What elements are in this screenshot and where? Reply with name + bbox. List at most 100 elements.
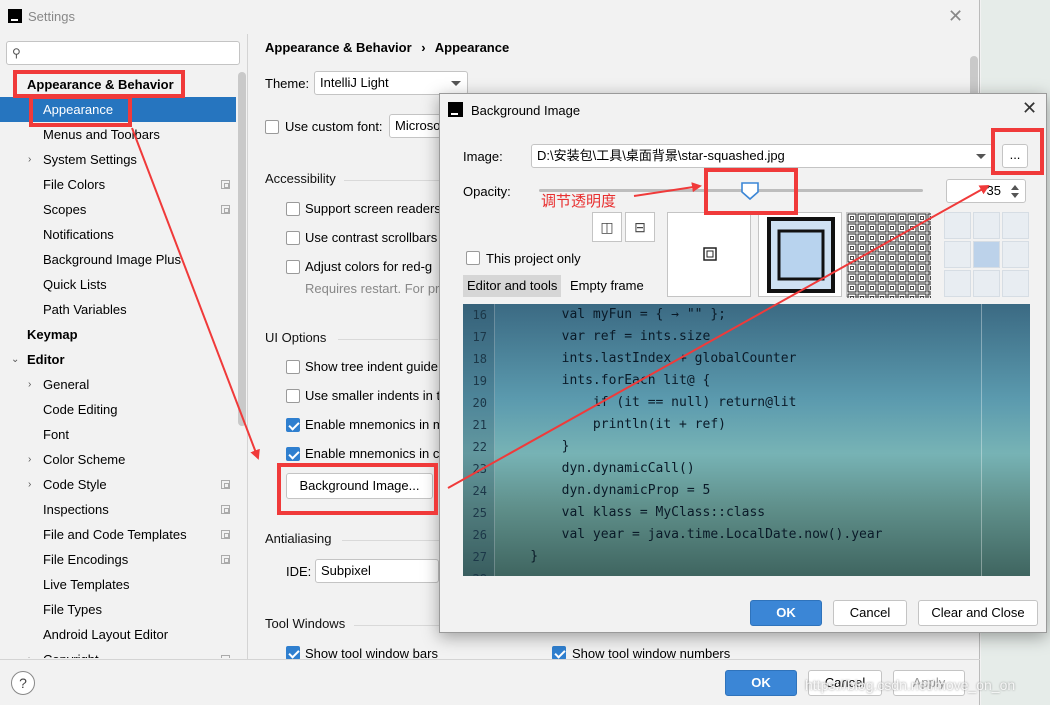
code-preview: 16 val myFun = { → "" }; 17 var ref = int… bbox=[463, 304, 1030, 576]
sidebar-item-file-colors[interactable]: File Colors bbox=[0, 172, 236, 197]
tab-empty-frame[interactable]: Empty frame bbox=[566, 275, 648, 297]
ui-option-label: Use smaller indents in t bbox=[305, 388, 441, 403]
anchor-cell[interactable] bbox=[973, 212, 1000, 239]
dialog-cancel-button[interactable]: Cancel bbox=[833, 600, 907, 626]
sidebar-item-notifications[interactable]: Notifications bbox=[0, 222, 236, 247]
sidebar-item-file-encodings[interactable]: File Encodings bbox=[0, 547, 236, 572]
chevron-right-icon[interactable]: › bbox=[28, 447, 31, 472]
chevron-down-icon[interactable] bbox=[976, 154, 986, 159]
sidebar-item-label: File and Code Templates bbox=[43, 527, 187, 542]
annotation-highlight-box bbox=[13, 70, 185, 98]
close-icon[interactable]: ✕ bbox=[1022, 98, 1037, 119]
sidebar-item-label: File Encodings bbox=[43, 552, 129, 567]
spinner-down-icon[interactable] bbox=[1011, 193, 1019, 198]
chevron-right-icon[interactable]: › bbox=[28, 147, 31, 172]
ui-option-checkbox[interactable] bbox=[286, 418, 300, 432]
theme-select[interactable]: IntelliJ Light bbox=[314, 71, 468, 95]
ui-option-checkbox[interactable] bbox=[286, 447, 300, 461]
chevron-right-icon[interactable]: › bbox=[28, 472, 31, 497]
settings-search-input[interactable]: ⚲ bbox=[6, 41, 240, 65]
breadcrumb-current: Appearance bbox=[434, 40, 510, 55]
ok-button[interactable]: OK bbox=[725, 670, 797, 696]
line-number: 18 bbox=[472, 352, 487, 366]
flip-horizontal-icon[interactable]: ◫ bbox=[592, 212, 622, 242]
spinner-up-icon[interactable] bbox=[1011, 185, 1019, 190]
code-text: val klass = MyClass::class bbox=[499, 505, 766, 520]
fill-mode-center[interactable] bbox=[667, 212, 751, 297]
sidebar-item-keymap[interactable]: Keymap bbox=[0, 322, 236, 347]
breadcrumb-parent[interactable]: Appearance & Behavior bbox=[265, 40, 412, 55]
custom-font-checkbox[interactable] bbox=[265, 120, 279, 134]
code-text: var ref = ints.size bbox=[499, 329, 711, 344]
anchor-position-grid[interactable] bbox=[944, 212, 1029, 297]
code-text: ints.lastIndex + globalCounter bbox=[499, 351, 797, 366]
sidebar-item-label: File Colors bbox=[43, 177, 106, 192]
clear-and-close-button[interactable]: Clear and Close bbox=[918, 600, 1038, 626]
right-margin-guide bbox=[981, 304, 982, 576]
ui-option-checkbox[interactable] bbox=[286, 389, 300, 403]
ui-option-label: Enable mnemonics in m bbox=[305, 417, 444, 432]
anchor-cell[interactable] bbox=[973, 270, 1000, 297]
sidebar-scrollbar[interactable] bbox=[238, 72, 246, 426]
sidebar-item-code-editing[interactable]: Code Editing bbox=[0, 397, 236, 422]
anchor-cell[interactable] bbox=[944, 270, 971, 297]
sidebar-item-copyright[interactable]: › Copyright bbox=[0, 647, 236, 658]
fill-mode-scale[interactable] bbox=[758, 212, 842, 297]
line-number: 24 bbox=[472, 484, 487, 498]
sidebar-item-scopes[interactable]: Scopes bbox=[0, 197, 236, 222]
close-icon[interactable]: ✕ bbox=[948, 6, 963, 27]
chevron-down-icon[interactable]: ⌄ bbox=[11, 347, 19, 372]
sidebar-item-path-variables[interactable]: Path Variables bbox=[0, 297, 236, 322]
sidebar-item-font[interactable]: Font bbox=[0, 422, 236, 447]
tab-editor-and-tools[interactable]: Editor and tools bbox=[463, 275, 562, 297]
adjust-colors-label: Adjust colors for red-g bbox=[305, 259, 433, 274]
anchor-cell[interactable] bbox=[1002, 212, 1029, 239]
contrast-scrollbars-checkbox[interactable] bbox=[286, 231, 300, 245]
sidebar-item-live-templates[interactable]: Live Templates bbox=[0, 572, 236, 597]
help-button[interactable]: ? bbox=[11, 671, 35, 695]
anchor-cell[interactable] bbox=[973, 241, 1000, 268]
tile-preview-icon bbox=[847, 213, 931, 298]
sidebar-item-inspections[interactable]: Inspections bbox=[0, 497, 236, 522]
sidebar-item-general[interactable]: › General bbox=[0, 372, 236, 397]
project-scope-icon bbox=[221, 555, 230, 564]
opacity-spinner[interactable]: 35 bbox=[946, 179, 1026, 203]
anchor-cell[interactable] bbox=[1002, 241, 1029, 268]
sidebar-item-label: Background Image Plus bbox=[43, 252, 182, 267]
tool-window-numbers-checkbox[interactable] bbox=[552, 646, 566, 660]
line-number: 16 bbox=[472, 308, 487, 322]
sidebar-item-file-types[interactable]: File Types bbox=[0, 597, 236, 622]
code-text: } bbox=[499, 439, 570, 454]
sidebar-item-android-layout-editor[interactable]: Android Layout Editor bbox=[0, 622, 236, 647]
anchor-cell[interactable] bbox=[944, 241, 971, 268]
sidebar-item-quick-lists[interactable]: Quick Lists bbox=[0, 272, 236, 297]
sidebar-item-label: Font bbox=[43, 427, 70, 442]
adjust-colors-checkbox[interactable] bbox=[286, 260, 300, 274]
sidebar-item-editor[interactable]: ⌄ Editor bbox=[0, 347, 236, 372]
intellij-app-icon bbox=[8, 9, 22, 23]
tool-window-bars-checkbox[interactable] bbox=[286, 646, 300, 660]
project-scope-icon bbox=[221, 180, 230, 189]
chevron-right-icon[interactable]: › bbox=[28, 647, 31, 658]
anchor-cell[interactable] bbox=[1002, 270, 1029, 297]
divider bbox=[338, 339, 438, 340]
fill-mode-tile[interactable] bbox=[846, 212, 931, 298]
sidebar-item-color-scheme[interactable]: › Color Scheme bbox=[0, 447, 236, 472]
sidebar-item-label: Editor bbox=[27, 352, 65, 367]
line-number: 28 bbox=[467, 568, 487, 576]
dialog-ok-button[interactable]: OK bbox=[750, 600, 822, 626]
watermark: https://blog.csdn.net/move_on_on bbox=[805, 677, 1016, 693]
ui-option-checkbox[interactable] bbox=[286, 360, 300, 374]
this-project-only-checkbox[interactable] bbox=[466, 251, 480, 265]
search-icon: ⚲ bbox=[12, 46, 21, 60]
image-path-input[interactable]: D:\安装包\工具\桌面背景\star-squashed.jpg bbox=[531, 144, 993, 168]
sidebar-item-system-settings[interactable]: › System Settings bbox=[0, 147, 236, 172]
chevron-right-icon[interactable]: › bbox=[28, 372, 31, 397]
screen-readers-checkbox[interactable] bbox=[286, 202, 300, 216]
sidebar-item-background-image-plus[interactable]: Background Image Plus bbox=[0, 247, 236, 272]
anchor-cell[interactable] bbox=[944, 212, 971, 239]
sidebar-item-file-and-code-templates[interactable]: File and Code Templates bbox=[0, 522, 236, 547]
sidebar-item-code-style[interactable]: › Code Style bbox=[0, 472, 236, 497]
ide-antialiasing-select[interactable]: Subpixel bbox=[315, 559, 439, 583]
flip-vertical-icon[interactable]: ⊟ bbox=[625, 212, 655, 242]
